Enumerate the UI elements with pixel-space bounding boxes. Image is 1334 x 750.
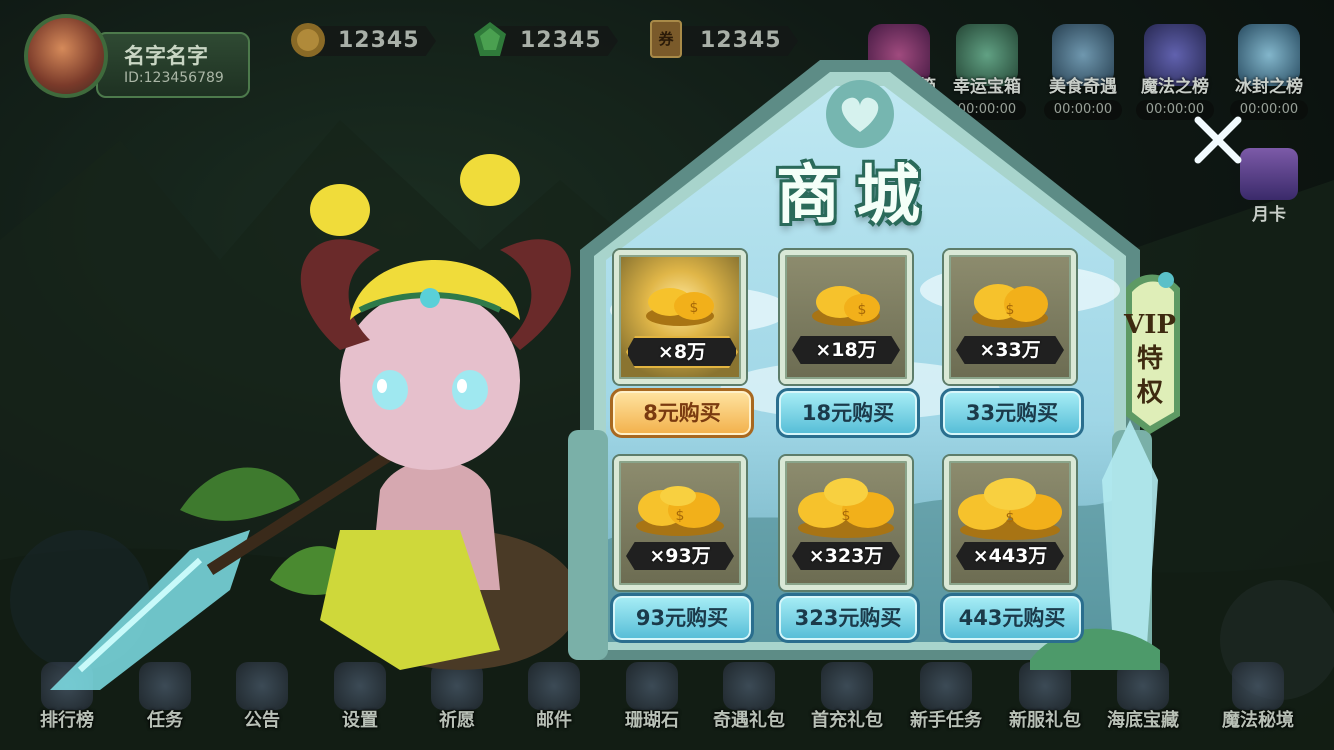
svg-text:$: $ bbox=[1006, 510, 1015, 526]
buy-button-label: 323元购买 bbox=[794, 606, 902, 630]
coupon-icon: 券 bbox=[650, 20, 682, 58]
nav-label: 海底宝藏 bbox=[1107, 710, 1179, 731]
shop-item-card[interactable]: $ ×323万 bbox=[780, 456, 912, 590]
gold-amount: 12345 bbox=[338, 28, 420, 53]
player-name: 名字名字 bbox=[124, 44, 208, 68]
coin-amount: ×443万 bbox=[956, 542, 1064, 570]
coin-amount: ×8万 bbox=[626, 336, 738, 368]
nav-newbie-tasks[interactable]: 新手任务 bbox=[900, 658, 992, 750]
buy-button[interactable]: 33元购买 bbox=[940, 388, 1084, 438]
event-label: 冰封之榜 bbox=[1235, 77, 1303, 97]
vip-privilege-tab[interactable]: VIP 特 权 bbox=[1120, 266, 1192, 436]
nav-adventure-pack[interactable]: 奇遇礼包 bbox=[703, 658, 795, 750]
coupon-currency[interactable]: 券 12345 bbox=[650, 20, 800, 60]
nav-label: 新手任务 bbox=[910, 710, 982, 731]
shop-item-card[interactable]: $ ×443万 bbox=[944, 456, 1076, 590]
svg-text:$: $ bbox=[676, 508, 685, 524]
coin-amount: ×33万 bbox=[956, 336, 1064, 364]
coin-amount: ×93万 bbox=[626, 542, 734, 570]
gold-currency[interactable]: 12345 bbox=[288, 20, 438, 60]
green-gem-icon bbox=[474, 22, 506, 56]
nav-label: 首充礼包 bbox=[811, 710, 883, 731]
coupon-amount: 12345 bbox=[700, 28, 782, 53]
player-id: ID:123456789 bbox=[124, 70, 224, 86]
shop-item-card[interactable]: $ ×33万 bbox=[944, 250, 1076, 384]
buy-button[interactable]: 323元购买 bbox=[776, 593, 920, 643]
gold-coins-icon: $ bbox=[636, 486, 724, 536]
buy-button-label: 8元购买 bbox=[643, 401, 721, 425]
coin-amount: ×18万 bbox=[792, 336, 900, 364]
buy-button-label: 443元购买 bbox=[958, 606, 1066, 630]
shop-item-card[interactable]: $ ×8万 bbox=[614, 250, 746, 384]
gold-coin-icon bbox=[291, 23, 325, 57]
buy-button-label: 93元购买 bbox=[635, 606, 729, 630]
close-icon[interactable] bbox=[1190, 112, 1246, 168]
svg-text:$: $ bbox=[842, 508, 851, 524]
buy-button-label: 18元购买 bbox=[801, 401, 895, 425]
magic-realm-icon bbox=[1232, 662, 1284, 710]
nav-new-server-pack[interactable]: 新服礼包 bbox=[999, 658, 1091, 750]
gold-coins-icon: $ bbox=[812, 286, 880, 326]
event-ice-ranking[interactable]: 冰封之榜 00:00:00 bbox=[1226, 24, 1312, 124]
svg-text:$: $ bbox=[858, 302, 867, 318]
gem-amount: 12345 bbox=[520, 28, 602, 53]
month-card-icon bbox=[1240, 148, 1298, 200]
gem-currency[interactable]: 12345 bbox=[470, 20, 620, 60]
buy-button[interactable]: 93元购买 bbox=[610, 593, 754, 643]
buy-button[interactable]: 18元购买 bbox=[776, 388, 920, 438]
nav-label: 魔法秘境 bbox=[1222, 710, 1294, 731]
faun-character-illustration bbox=[50, 154, 580, 690]
gold-coins-icon: $ bbox=[798, 478, 894, 538]
nav-magic-realm[interactable]: 魔法秘境 bbox=[1212, 658, 1304, 750]
player-info[interactable]: 名字名字 ID:123456789 bbox=[24, 14, 250, 100]
nav-label: 新服礼包 bbox=[1009, 710, 1081, 731]
buy-button[interactable]: 8元购买 bbox=[610, 388, 754, 438]
coin-amount: ×323万 bbox=[792, 542, 900, 570]
buy-button[interactable]: 443元购买 bbox=[940, 593, 1084, 643]
vip-tab-label: VIP 特 权 bbox=[1124, 310, 1176, 408]
month-card-label: 月卡 bbox=[1252, 205, 1286, 225]
gold-coins-icon: $ bbox=[958, 478, 1062, 540]
buy-button-label: 33元购买 bbox=[965, 401, 1059, 425]
nav-sea-treasure[interactable]: 海底宝藏 bbox=[1097, 658, 1189, 750]
gold-coins-icon: $ bbox=[972, 284, 1048, 328]
shop-item-card[interactable]: $ ×18万 bbox=[780, 250, 912, 384]
shop-item-card[interactable]: $ ×93万 bbox=[614, 456, 746, 590]
player-avatar[interactable] bbox=[24, 14, 108, 98]
gold-coins-icon: $ bbox=[646, 288, 714, 326]
svg-text:$: $ bbox=[690, 300, 699, 316]
svg-text:$: $ bbox=[1006, 302, 1015, 318]
nav-first-recharge[interactable]: 首充礼包 bbox=[801, 658, 893, 750]
shop-title: 商城 bbox=[776, 158, 936, 233]
nav-label: 奇遇礼包 bbox=[713, 710, 785, 731]
